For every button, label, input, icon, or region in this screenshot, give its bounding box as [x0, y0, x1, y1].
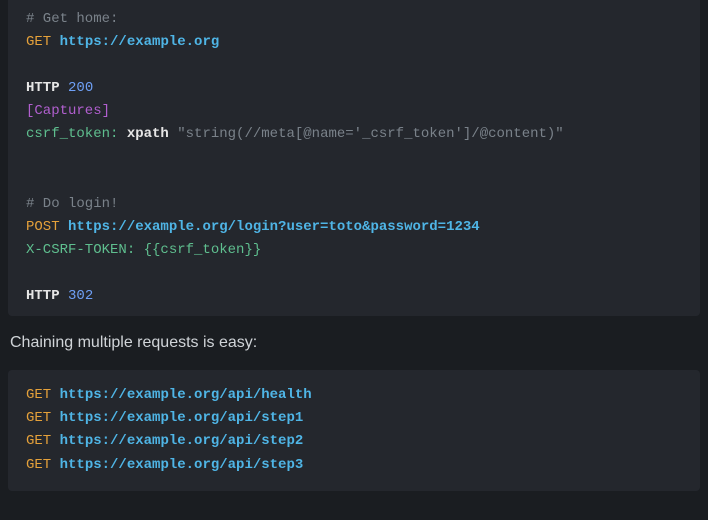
http-url: https://example.org/api/step2 — [60, 433, 304, 449]
code-block-1: # Get home: GET https://example.org HTTP… — [8, 0, 700, 316]
http-url: https://example.org — [60, 34, 220, 50]
http-url: https://example.org/api/step1 — [60, 410, 304, 426]
http-method: GET — [26, 457, 51, 473]
http-method: GET — [26, 433, 51, 449]
code-block-2: GET https://example.org/api/health GET h… — [8, 370, 700, 490]
http-url: https://example.org/api/step3 — [60, 457, 304, 473]
prose-text: Chaining multiple requests is easy: — [0, 316, 708, 370]
code-comment: # Get home: — [26, 11, 118, 27]
capture-name: csrf_token — [26, 126, 110, 142]
http-url: https://example.org/login?user=toto&pass… — [68, 219, 480, 235]
capture-query-string: "string(//meta[@name='_csrf_token']/@con… — [177, 126, 563, 142]
http-method: POST — [26, 219, 60, 235]
capture-query-type: xpath — [127, 126, 169, 142]
template-variable: {{csrf_token}} — [144, 242, 262, 258]
http-url: https://example.org/api/health — [60, 387, 312, 403]
http-status: 200 — [68, 80, 93, 96]
http-status: 302 — [68, 288, 93, 304]
http-header: X-CSRF-TOKEN: — [26, 242, 135, 258]
code-comment: # Do login! — [26, 196, 118, 212]
http-keyword: HTTP — [26, 80, 60, 96]
http-method: GET — [26, 34, 51, 50]
colon: : — [110, 126, 118, 142]
http-method: GET — [26, 387, 51, 403]
http-keyword: HTTP — [26, 288, 60, 304]
section-label: [Captures] — [26, 103, 110, 119]
http-method: GET — [26, 410, 51, 426]
